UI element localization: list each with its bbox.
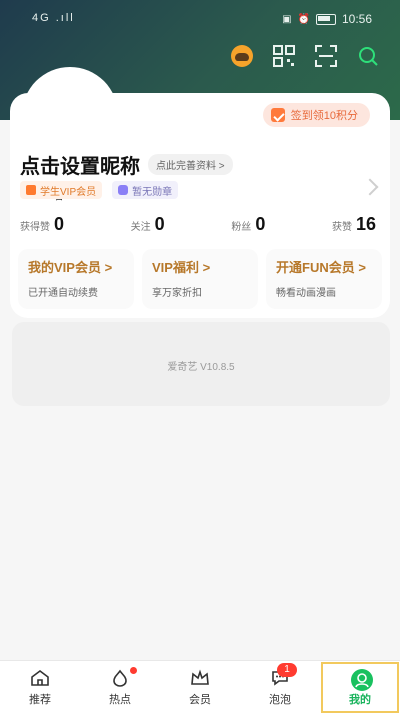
flame-icon [109, 666, 137, 687]
vip-icon [26, 185, 36, 195]
tab-label: 泡泡 [269, 693, 291, 706]
vip-card-subtitle: 畅看动画漫画 [276, 288, 336, 299]
tab-label: 热点 [109, 693, 131, 706]
hex-icon [118, 185, 129, 195]
profile-card: •喵 签到领10积分 点击设置昵称 点此完善资料 > 学生VIP会员 暂无勋章 … [10, 73, 390, 318]
calendar-check-icon [270, 108, 285, 122]
vip-card-fun[interactable]: 开通FUN会员 > 畅看动画漫画 [266, 249, 382, 309]
crown-svg [191, 668, 209, 685]
tab-label: 会员 [189, 693, 211, 706]
stat-label: 获赞 [331, 222, 352, 233]
qr-code-icon[interactable] [272, 44, 296, 68]
stat-0[interactable]: 获得赞 0 [20, 214, 64, 235]
flame-svg [113, 669, 127, 687]
sign-in-label: 签到领10积分 [290, 110, 358, 122]
chat-bubble-icon: 1 [269, 662, 297, 687]
tab-me[interactable]: 我的 [320, 661, 400, 713]
vip-cards: 我的VIP会员 > 已开通自动续费 VIP福利 > 享万家折扣 开通FUN会员 … [18, 249, 382, 309]
nfc-icon: ▣ [282, 13, 292, 25]
student-vip-badge[interactable]: 学生VIP会员 [20, 181, 103, 199]
alarm-icon: ⏰ [297, 13, 310, 25]
tab-recommend[interactable]: 推荐 [0, 661, 80, 713]
signal-indicator: 4G .ıll [32, 12, 75, 24]
stat-value: 0 [54, 214, 65, 234]
search-svg [359, 47, 378, 66]
tab-label: 我的 [349, 693, 371, 706]
member-badges: 学生VIP会员 暂无勋章 [20, 181, 179, 199]
message-count-badge: 1 [277, 662, 297, 677]
screen: 4G .ıll ▣ ⏰ 10:56 签到领10积分 点击设置昵称 点此完善资料 … [0, 0, 400, 713]
stat-label: 获得赞 [20, 222, 50, 233]
tab-hot[interactable]: 热点 [80, 661, 160, 713]
battery-icon [315, 13, 336, 25]
vip-card-title: VIP福利 > [152, 260, 211, 275]
stat-value: 0 [154, 214, 165, 234]
complete-profile-link[interactable]: 点此完善资料 > [148, 154, 233, 175]
stat-label: 关注 [130, 222, 151, 233]
version-panel: 爱奇艺 V10.8.5 [12, 322, 390, 406]
home-svg [31, 669, 49, 686]
vip-card-benefits[interactable]: VIP福利 > 享万家折扣 [142, 249, 258, 309]
notification-dot [130, 666, 137, 674]
avatar-icon[interactable] [230, 44, 254, 68]
home-icon [29, 669, 51, 687]
tab-bubble[interactable]: 1 泡泡 [240, 661, 320, 713]
nickname[interactable]: 点击设置昵称 [20, 150, 140, 179]
tab-label: 推荐 [29, 693, 51, 706]
badge-label: 暂无勋章 [132, 186, 173, 198]
vip-card-subtitle: 已开通自动续费 [28, 288, 98, 299]
bottom-tabbar: 推荐 热点 会员 1 泡泡 我的 [0, 660, 400, 713]
stat-label: 粉丝 [231, 222, 252, 233]
profile-stats: 获得赞 0 关注 0 粉丝 0 获赞 16 [20, 214, 376, 235]
sign-in-button[interactable]: 签到领10积分 [262, 103, 370, 127]
stat-3[interactable]: 获赞 16 [332, 214, 376, 235]
qr-code-svg [273, 45, 295, 67]
vip-card-my-vip[interactable]: 我的VIP会员 > 已开通自动续费 [18, 249, 134, 309]
mascot-avatar [231, 45, 253, 67]
vip-card-subtitle: 享万家折扣 [152, 288, 202, 299]
user-svg [351, 668, 373, 691]
app-version: 爱奇艺 V10.8.5 [167, 362, 235, 373]
scan-svg [315, 45, 337, 67]
nickname-row: 点击设置昵称 点此完善资料 > [20, 150, 233, 179]
crown-icon [189, 668, 211, 687]
user-icon [349, 668, 373, 691]
status-right: ▣ ⏰ 10:56 [282, 12, 372, 26]
content-empty-area [0, 408, 400, 660]
chevron-right-icon[interactable] [361, 178, 379, 196]
medal-badge[interactable]: 暂无勋章 [112, 181, 179, 199]
user-avatar[interactable] [28, 73, 112, 157]
clock: 10:56 [341, 12, 372, 26]
header-actions [230, 44, 380, 68]
search-icon[interactable] [356, 44, 380, 68]
stat-1[interactable]: 关注 0 [131, 214, 165, 235]
scan-icon[interactable] [314, 44, 338, 68]
tab-vip[interactable]: 会员 [160, 661, 240, 713]
vip-card-title: 开通FUN会员 > [276, 260, 366, 275]
stat-value: 0 [255, 214, 266, 234]
status-bar: 4G .ıll ▣ ⏰ 10:56 [0, 8, 400, 28]
badge-label: 学生VIP会员 [40, 186, 97, 198]
vip-card-title: 我的VIP会员 > [28, 260, 113, 275]
stat-2[interactable]: 粉丝 0 [231, 214, 265, 235]
stat-value: 16 [355, 214, 376, 234]
